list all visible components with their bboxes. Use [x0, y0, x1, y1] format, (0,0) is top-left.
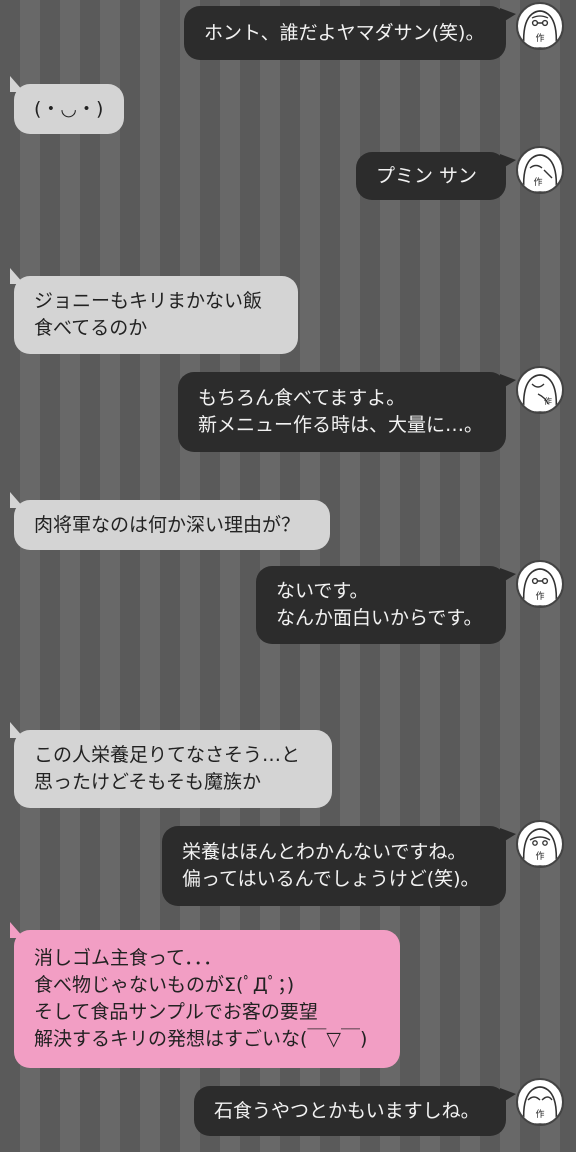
reader-message-2: ジョニーもキリまかない飯 食べてるのか	[10, 268, 298, 354]
reader-message-3: 肉将軍なのは何か深い理由が？	[10, 492, 330, 550]
message-text: 石食うやつとかもいますしね。	[214, 1099, 480, 1122]
svg-text:作: 作	[544, 396, 552, 406]
message-text: ジョニーもキリまかない飯 食べてるのか	[34, 290, 263, 339]
author-avatar-icon[interactable]: 作	[516, 2, 564, 50]
message-text: もちろん食べてますよ。 新メニュー作る時は、大量に…。	[198, 387, 484, 436]
svg-text:作: 作	[535, 32, 544, 44]
author-message-4: ないです。 なんか面白いからです。	[256, 566, 516, 644]
author-avatar-icon[interactable]: 作	[516, 820, 564, 868]
author-message-3: もちろん食べてますよ。 新メニュー作る時は、大量に…。	[178, 372, 516, 452]
svg-text:作: 作	[535, 590, 544, 602]
reader-message-4: この人栄養足りてなさそう…と 思ったけどそもそも魔族か	[10, 722, 332, 808]
message-text: 肉将軍なのは何か深い理由が？	[34, 513, 301, 536]
chat-thread: ホント、誰だよヤマダサン(笑)。 作 (・◡・) プミン サン 作 ジョニーもキ…	[0, 0, 576, 1152]
reader-message-1: (・◡・)	[10, 76, 124, 134]
svg-text:作: 作	[535, 850, 544, 862]
message-text: ホント、誰だよヤマダサン(笑)。	[204, 21, 485, 44]
author-avatar-icon[interactable]: 作	[516, 146, 564, 194]
author-avatar-icon[interactable]: 作	[516, 560, 564, 608]
author-message-6: 石食うやつとかもいますしね。	[194, 1086, 516, 1136]
message-text: (・◡・)	[34, 97, 104, 120]
message-text: ないです。 なんか面白いからです。	[276, 580, 483, 629]
author-message-1: ホント、誰だよヤマダサン(笑)。	[184, 6, 516, 60]
author-message-5: 栄養はほんとわかんないですね。 偏ってはいるんでしょうけど(笑)。	[162, 826, 516, 906]
message-text: 消しゴム主食って．．． 食べ物じゃないものがΣ(ﾟДﾟ；) そして食品サンプルで…	[34, 947, 368, 1050]
author-avatar-icon[interactable]: 作	[516, 366, 564, 414]
svg-text:作: 作	[535, 1108, 544, 1120]
reader-message-5: 消しゴム主食って．．． 食べ物じゃないものがΣ(ﾟДﾟ；) そして食品サンプルで…	[10, 922, 400, 1068]
author-message-2: プミン サン	[356, 152, 516, 200]
message-text: この人栄養足りてなさそう…と 思ったけどそもそも魔族か	[34, 744, 301, 793]
author-avatar-icon[interactable]: 作	[516, 1078, 564, 1126]
svg-text:作: 作	[533, 176, 542, 188]
message-text: プミン サン	[376, 164, 478, 187]
message-text: 栄養はほんとわかんないですね。 偏ってはいるんでしょうけど(笑)。	[182, 841, 480, 890]
